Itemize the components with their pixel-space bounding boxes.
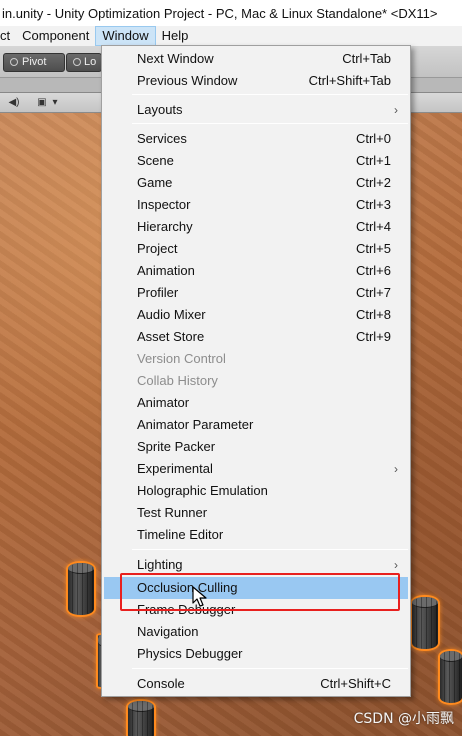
menu-item-profiler[interactable]: Profiler Ctrl+7 <box>104 282 408 304</box>
menu-item-label: Layouts <box>137 102 183 117</box>
menu-item-shortcut: Ctrl+2 <box>355 175 391 190</box>
menu-item-shortcut: Ctrl+9 <box>355 329 391 344</box>
menu-item-audio-mixer[interactable]: Audio Mixer Ctrl+8 <box>104 304 408 326</box>
menu-item-shortcut: Ctrl+7 <box>355 285 391 300</box>
menu-item-animator-parameter[interactable]: Animator Parameter <box>104 414 408 436</box>
menu-item-experimental[interactable]: Experimental › <box>104 458 408 480</box>
scene-object-pillar[interactable] <box>66 561 96 617</box>
menu-separator <box>132 94 408 95</box>
watermark-text: CSDN @小雨飘 <box>353 711 454 727</box>
menu-item-shortcut: Ctrl+1 <box>355 153 391 168</box>
local-label: Lo <box>84 56 97 68</box>
menu-item-shortcut: Ctrl+4 <box>355 219 391 234</box>
menu-item-label: Next Window <box>137 51 214 66</box>
menu-item-layouts[interactable]: Layouts › <box>104 99 408 121</box>
menu-item-version-control: Version Control <box>104 348 408 370</box>
menu-item-shortcut: Ctrl+8 <box>355 307 391 322</box>
pivot-label: Pivot <box>22 56 47 68</box>
window-title: in.unity - Unity Optimization Project - … <box>2 5 438 21</box>
menu-item-label: Previous Window <box>137 73 238 88</box>
scene-object-pillar[interactable] <box>438 649 462 705</box>
menu-item-label: Animator <box>137 395 190 410</box>
menu-item-label: Animator Parameter <box>137 417 254 432</box>
pivot-icon <box>10 58 18 66</box>
menu-item-label: Experimental <box>137 461 213 476</box>
menu-item-label: Sprite Packer <box>137 439 216 454</box>
menu-item-label: Hierarchy <box>137 219 193 234</box>
menu-item-shortcut: Ctrl+0 <box>355 131 391 146</box>
menu-item-label: Holographic Emulation <box>137 483 268 498</box>
menu-item-shortcut: Ctrl+Shift+C <box>320 676 391 691</box>
mouse-cursor-icon <box>192 586 207 607</box>
menu-item-label: Services <box>137 131 187 146</box>
menu-item-shortcut: Ctrl+3 <box>355 197 391 212</box>
image-effects-icon[interactable]: ▣ <box>34 96 50 109</box>
window-title-bar: in.unity - Unity Optimization Project - … <box>0 0 462 26</box>
menu-item-physics-debugger[interactable]: Physics Debugger <box>104 643 408 665</box>
audio-toggle-icon[interactable]: ◀) <box>6 96 22 109</box>
menu-item-animator[interactable]: Animator <box>104 392 408 414</box>
menu-item-label: Console <box>137 676 185 691</box>
menu-component[interactable]: Component <box>16 26 95 46</box>
menu-item-label: Profiler <box>137 285 179 300</box>
menu-item-label: Game <box>137 175 173 190</box>
menu-item-label: Navigation <box>137 624 199 639</box>
menu-item-label: Test Runner <box>137 505 208 520</box>
menu-separator <box>132 549 408 550</box>
submenu-arrow-icon: › <box>394 462 398 476</box>
menu-window[interactable]: Window <box>95 26 156 46</box>
menu-item-label: Scene <box>137 153 174 168</box>
menu-item-label: Project <box>137 241 178 256</box>
menu-item-label: Audio Mixer <box>137 307 206 322</box>
chevron-down-icon[interactable]: ▾ <box>50 96 60 109</box>
menu-item-label: Animation <box>137 263 195 278</box>
menu-item-scene[interactable]: Scene Ctrl+1 <box>104 150 408 172</box>
menu-separator <box>132 123 408 124</box>
menu-item-animation[interactable]: Animation Ctrl+6 <box>104 260 408 282</box>
menu-item-shortcut: Ctrl+6 <box>355 263 391 278</box>
menu-item-label: Asset Store <box>137 329 205 344</box>
menu-item-sprite-packer[interactable]: Sprite Packer <box>104 436 408 458</box>
menu-item-holographic-emulation[interactable]: Holographic Emulation <box>104 480 408 502</box>
submenu-arrow-icon: › <box>394 103 398 117</box>
menu-separator <box>132 668 408 669</box>
menu-item-inspector[interactable]: Inspector Ctrl+3 <box>104 194 408 216</box>
menu-item-project[interactable]: Project Ctrl+5 <box>104 238 408 260</box>
menu-item-label: Physics Debugger <box>137 646 243 661</box>
menu-item-services[interactable]: Services Ctrl+0 <box>104 128 408 150</box>
menu-item-timeline-editor[interactable]: Timeline Editor <box>104 524 408 546</box>
scene-object-pillar[interactable] <box>410 595 440 651</box>
annotation-highlight-box <box>120 573 400 611</box>
scene-object-pillar[interactable] <box>126 699 156 736</box>
local-toggle-button[interactable]: Lo <box>66 53 102 72</box>
menu-item-next-window[interactable]: Next Window Ctrl+Tab <box>104 48 408 70</box>
menu-item-shortcut: Ctrl+Tab <box>342 51 391 66</box>
menu-item-hierarchy[interactable]: Hierarchy Ctrl+4 <box>104 216 408 238</box>
menu-item-asset-store[interactable]: Asset Store Ctrl+9 <box>104 326 408 348</box>
menu-item-label: Collab History <box>137 373 218 388</box>
menu-item-label: Lighting <box>137 557 183 572</box>
local-icon <box>73 58 81 66</box>
menu-item-label: Version Control <box>137 351 226 366</box>
pivot-toggle-button[interactable]: Pivot <box>3 53 65 72</box>
menu-item-shortcut: Ctrl+Shift+Tab <box>308 73 391 88</box>
menu-item-test-runner[interactable]: Test Runner <box>104 502 408 524</box>
menu-help[interactable]: Help <box>156 26 195 46</box>
menu-bar: ct Component Window Help <box>0 26 462 46</box>
menu-item-shortcut: Ctrl+5 <box>355 241 391 256</box>
menu-item-game[interactable]: Game Ctrl+2 <box>104 172 408 194</box>
menu-item-previous-window[interactable]: Previous Window Ctrl+Shift+Tab <box>104 70 408 92</box>
menu-item-collab-history: Collab History <box>104 370 408 392</box>
menu-item-label: Inspector <box>137 197 191 212</box>
menu-item-console[interactable]: Console Ctrl+Shift+C <box>104 673 408 695</box>
menu-item-label: Timeline Editor <box>137 527 224 542</box>
menu-item-navigation[interactable]: Navigation <box>104 621 408 643</box>
menu-edit-partial[interactable]: ct <box>0 26 16 46</box>
